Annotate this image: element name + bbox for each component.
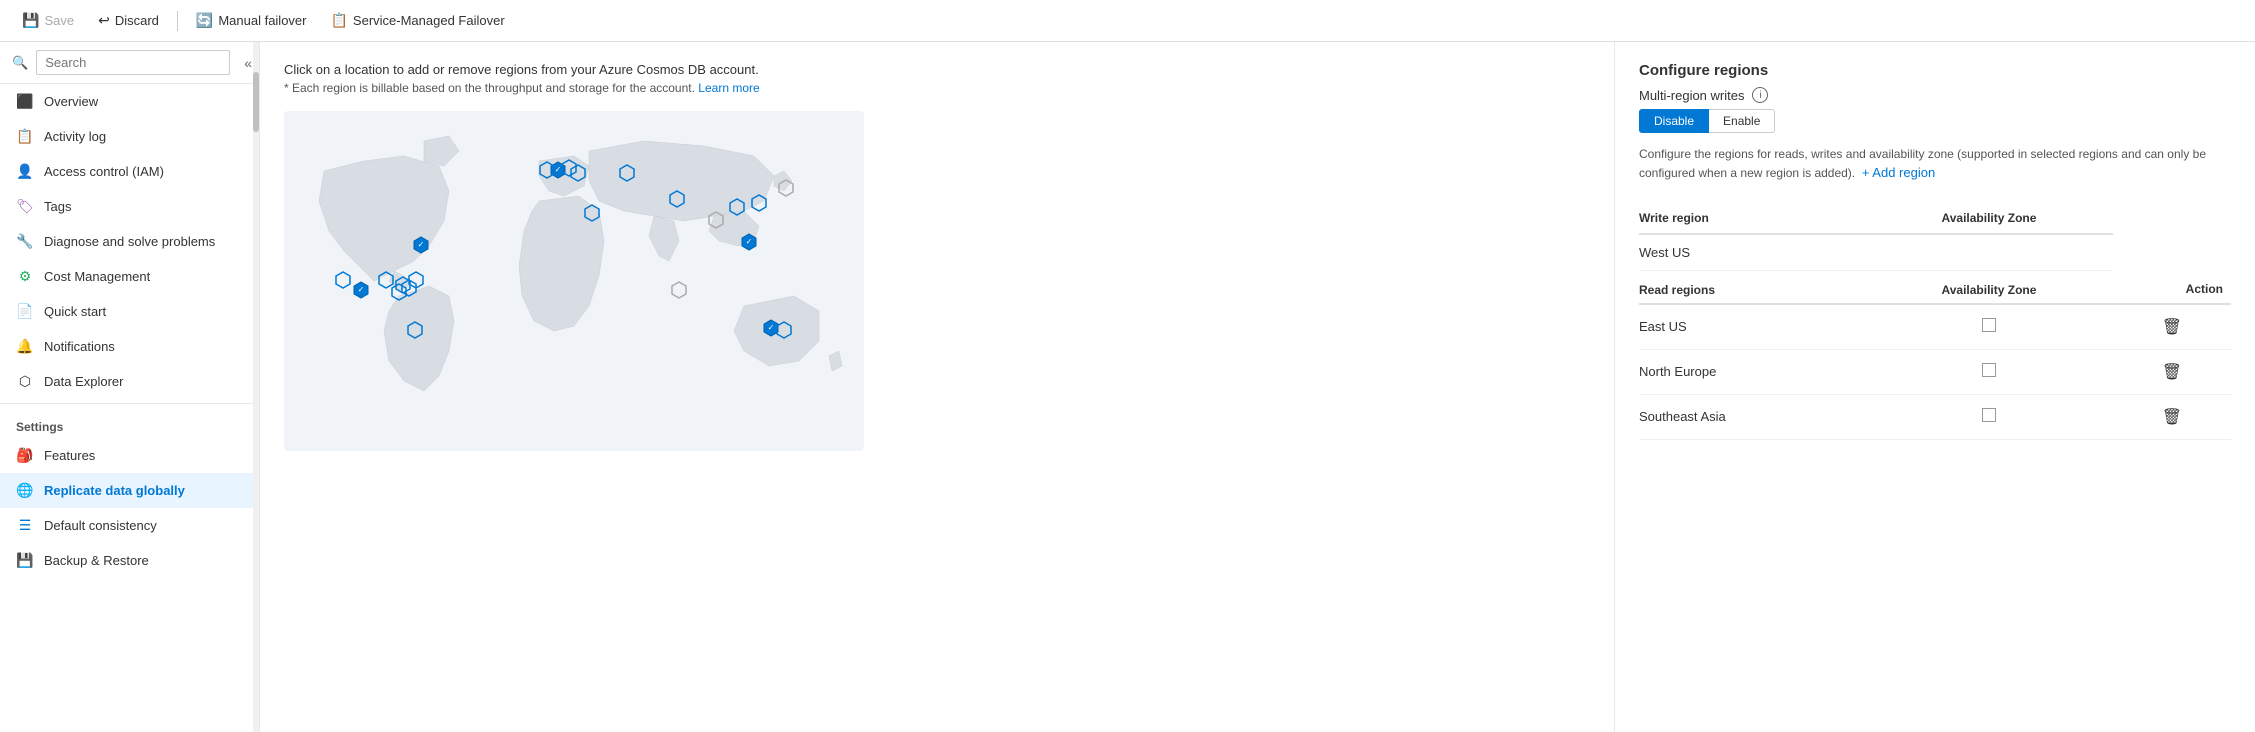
- world-map-svg: ✓ ✓ ✓ ✓: [284, 111, 864, 451]
- delete-north-europe-button[interactable]: 🗑: [2156, 360, 2188, 384]
- quick-start-icon: 📄: [16, 303, 34, 320]
- info-icon[interactable]: i: [1752, 87, 1768, 103]
- sidebar: 🔍 « ⬛ Overview 📋 Activity log 👤 Access c…: [0, 42, 260, 732]
- activity-log-icon: 📋: [16, 128, 34, 145]
- toolbar-divider: [177, 11, 178, 31]
- sidebar-item-tags[interactable]: 🏷 Tags: [0, 189, 259, 224]
- sidebar-item-notifications[interactable]: 🔔 Notifications: [0, 329, 259, 364]
- cost-management-icon: ⚙: [16, 268, 34, 285]
- config-section: Configure regions Multi-region writes i …: [1615, 42, 2255, 732]
- sidebar-item-access-control[interactable]: 👤 Access control (IAM): [0, 154, 259, 189]
- content-area: Click on a location to add or remove reg…: [260, 42, 2255, 732]
- main-layout: 🔍 « ⬛ Overview 📋 Activity log 👤 Access c…: [0, 42, 2255, 732]
- backup-icon: 💾: [16, 552, 34, 569]
- replicate-icon: 🌐: [16, 482, 34, 499]
- region-table: Write region Availability Zone West US R…: [1639, 203, 2231, 440]
- east-us-az-checkbox: [1865, 304, 2113, 350]
- svg-text:✓: ✓: [358, 285, 365, 294]
- sidebar-item-diagnose[interactable]: 🔧 Diagnose and solve problems: [0, 224, 259, 259]
- sidebar-item-cost-management[interactable]: ⚙ Cost Management: [0, 259, 259, 294]
- read-region-east-us: East US: [1639, 304, 1865, 350]
- features-icon: 🎒: [16, 447, 34, 464]
- east-us-delete: 🗑: [2113, 304, 2231, 350]
- scrollbar-thumb[interactable]: [253, 72, 259, 132]
- southeast-asia-availability-zone-checkbox[interactable]: [1982, 408, 1996, 422]
- tags-icon: 🏷: [16, 198, 34, 215]
- sidebar-search-container: 🔍 «: [0, 42, 259, 84]
- sidebar-divider: [0, 403, 259, 404]
- sidebar-item-data-explorer[interactable]: ⬡ Data Explorer: [0, 364, 259, 399]
- map-section: Click on a location to add or remove reg…: [260, 42, 1615, 732]
- sidebar-item-overview[interactable]: ⬛ Overview: [0, 84, 259, 119]
- save-button[interactable]: 💾 Save: [12, 8, 84, 33]
- read-regions-section-header: Read regions Availability Zone Action: [1639, 270, 2231, 304]
- data-explorer-icon: ⬡: [16, 373, 34, 390]
- map-container: ✓ ✓ ✓ ✓: [284, 111, 864, 454]
- learn-more-link[interactable]: Learn more: [698, 81, 759, 95]
- write-region-name: West US: [1639, 234, 1865, 271]
- southeast-asia-delete: 🗑: [2113, 394, 2231, 439]
- config-description: Configure the regions for reads, writes …: [1639, 145, 2231, 183]
- overview-icon: ⬛: [16, 93, 34, 110]
- toolbar: 💾 Save ↩ Discard 🔄 Manual failover 📋 Ser…: [0, 0, 2255, 42]
- table-row: East US 🗑: [1639, 304, 2231, 350]
- sidebar-item-replicate-data[interactable]: 🌐 Replicate data globally: [0, 473, 259, 508]
- diagnose-icon: 🔧: [16, 233, 34, 250]
- notifications-icon: 🔔: [16, 338, 34, 355]
- discard-button[interactable]: ↩ Discard: [88, 8, 169, 33]
- sidebar-item-backup-restore[interactable]: 💾 Backup & Restore: [0, 543, 259, 578]
- table-row: West US: [1639, 234, 2231, 271]
- multi-region-row: Multi-region writes i: [1639, 87, 2231, 103]
- sidebar-item-activity-log[interactable]: 📋 Activity log: [0, 119, 259, 154]
- table-row: Southeast Asia 🗑: [1639, 394, 2231, 439]
- availability-zone-header-write: Availability Zone: [1865, 203, 2113, 234]
- north-europe-availability-zone-checkbox[interactable]: [1982, 363, 1996, 377]
- east-us-availability-zone-checkbox[interactable]: [1982, 318, 1996, 332]
- search-input[interactable]: [36, 50, 230, 75]
- svg-text:✓: ✓: [555, 165, 562, 174]
- write-region-header: Write region: [1639, 203, 1865, 234]
- content-body: Click on a location to add or remove reg…: [260, 42, 2255, 732]
- svg-text:✓: ✓: [768, 323, 775, 332]
- service-managed-failover-button[interactable]: 📋 Service-Managed Failover: [320, 8, 514, 33]
- manual-failover-button[interactable]: 🔄 Manual failover: [186, 8, 317, 33]
- multi-region-label: Multi-region writes: [1639, 88, 1744, 103]
- svg-text:✓: ✓: [418, 240, 425, 249]
- failover-icon: 🔄: [196, 12, 213, 29]
- map-note: * Each region is billable based on the t…: [284, 81, 1590, 95]
- north-europe-az-checkbox: [1865, 349, 2113, 394]
- sidebar-item-features[interactable]: 🎒 Features: [0, 438, 259, 473]
- southeast-asia-az-checkbox: [1865, 394, 2113, 439]
- service-failover-icon: 📋: [330, 12, 347, 29]
- delete-southeast-asia-button[interactable]: 🗑: [2156, 405, 2188, 429]
- write-region-az: [1865, 234, 2113, 271]
- north-europe-delete: 🗑: [2113, 349, 2231, 394]
- table-row: North Europe 🗑: [1639, 349, 2231, 394]
- save-icon: 💾: [22, 12, 39, 29]
- map-description: Click on a location to add or remove reg…: [284, 62, 1590, 77]
- add-region-link[interactable]: + Add region: [1862, 165, 1935, 180]
- read-region-north-europe: North Europe: [1639, 349, 1865, 394]
- search-icon: 🔍: [12, 55, 28, 71]
- config-title: Configure regions: [1639, 62, 2231, 79]
- svg-text:✓: ✓: [746, 237, 753, 246]
- discard-icon: ↩: [98, 12, 110, 29]
- consistency-icon: ☰: [16, 517, 34, 534]
- delete-east-us-button[interactable]: 🗑: [2156, 315, 2188, 339]
- read-region-southeast-asia: Southeast Asia: [1639, 394, 1865, 439]
- disable-toggle-button[interactable]: Disable: [1639, 109, 1709, 133]
- access-control-icon: 👤: [16, 163, 34, 180]
- enable-toggle-button[interactable]: Enable: [1709, 109, 1775, 133]
- settings-section-label: Settings: [0, 408, 259, 438]
- scrollbar-track: [253, 42, 259, 732]
- multi-region-toggle: Disable Enable: [1639, 109, 2231, 133]
- sidebar-item-default-consistency[interactable]: ☰ Default consistency: [0, 508, 259, 543]
- sidebar-item-quick-start[interactable]: 📄 Quick start: [0, 294, 259, 329]
